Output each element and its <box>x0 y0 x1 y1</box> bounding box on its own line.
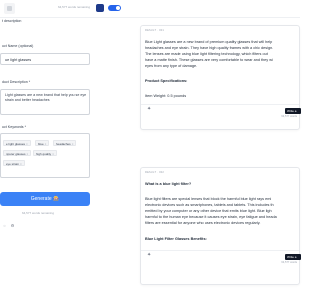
result-paragraph-line: harmful to the human eye because it caus… <box>145 215 277 219</box>
card-divider <box>141 250 299 251</box>
settings-icon[interactable]: ⚙ <box>10 223 15 228</box>
section-label: t description <box>2 19 22 23</box>
result-paragraph-line: Blue Light glasses are a new brand of pr… <box>145 40 273 44</box>
product-name-value: ue light glasses <box>5 57 32 62</box>
result-paragraph-line: The lenses are made using blue light fil… <box>145 52 268 56</box>
product-name-label: uct Name (optional) <box>2 44 34 48</box>
keyword-chip[interactable]: high quality× <box>33 150 57 156</box>
card-divider <box>141 104 299 105</box>
write-button[interactable]: Write a <box>285 254 301 260</box>
dark-mode-icon[interactable] <box>96 4 104 12</box>
keyword-chip[interactable]: e light glasses× <box>3 140 31 146</box>
result-paragraph-line: electronic devices such as smartphones, … <box>145 203 274 207</box>
product-name-input[interactable]: ue light glasses <box>0 53 90 65</box>
item-weight: Item Weight: 0.5 pounds <box>145 94 187 98</box>
generate-button[interactable]: Generate 🎰 <box>0 192 90 206</box>
keywords-input[interactable]: e light glasses× blue× headaches× nputer… <box>0 133 90 178</box>
top-bar: 64,577 words remaining <box>0 0 300 18</box>
result-tag: RESULT · 001 <box>145 29 165 32</box>
benefits-heading: Blue Light Filter Glasses Benefits: <box>145 237 207 241</box>
result-paragraph-line: eyes from any type of damage. <box>145 64 198 68</box>
write-button[interactable]: Write a <box>285 108 301 114</box>
keyword-chip[interactable]: eye strain× <box>3 160 25 166</box>
spec-heading: Product Specifications: <box>145 79 188 83</box>
about-product-value: Light glasses are a new brand that help … <box>5 93 87 102</box>
result-paragraph-line: headaches and eye strain. They have high… <box>145 46 274 50</box>
keyword-chip[interactable]: nputer glasses× <box>3 150 32 156</box>
result-paragraph-line: Blue light filters are special lenses th… <box>145 197 272 201</box>
result-card-2: RESULT · 002 What is a blue light filter… <box>140 167 301 285</box>
about-product-textarea[interactable]: Light glasses are a new brand that help … <box>0 89 90 115</box>
keyword-chip[interactable]: blue× <box>35 140 50 146</box>
logo-icon <box>4 3 15 14</box>
regenerate-icon[interactable]: ✦ <box>147 106 151 112</box>
result-tag: RESULT · 002 <box>145 171 165 174</box>
word-count: 64,577 words <box>281 115 297 118</box>
question-heading: What is a blue light filter? <box>145 182 192 186</box>
keyword-chip[interactable]: headaches× <box>53 140 77 146</box>
words-remaining-top: 64,577 words remaining <box>58 5 91 9</box>
result-paragraph-line: emitted by your computer or any other de… <box>145 209 272 213</box>
result-card-1: RESULT · 001 Blue Light glasses are a ne… <box>140 25 301 130</box>
words-remaining-bottom: 64,577 words remaining <box>22 211 55 215</box>
mode-toggle[interactable] <box>108 5 121 11</box>
about-product-label: duct Description * <box>2 80 31 84</box>
clear-icon[interactable]: ◌ <box>2 223 7 228</box>
product-form: t description uct Name (optional) ue lig… <box>0 17 92 300</box>
word-count: 64,577 words <box>281 261 297 264</box>
keywords-label: uct Keywords * <box>2 125 26 129</box>
result-paragraph-line: filters are essential for anyone who use… <box>145 221 261 225</box>
result-paragraph-line: have a matte finish. These glasses are v… <box>145 58 273 62</box>
regenerate-icon[interactable]: ✦ <box>147 252 151 258</box>
